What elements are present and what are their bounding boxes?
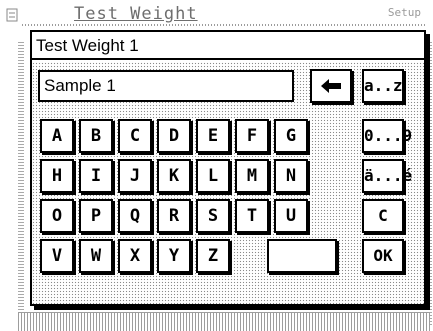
key-b[interactable]: B bbox=[79, 119, 113, 153]
key-f[interactable]: F bbox=[235, 119, 269, 153]
lowercase-button[interactable]: a..z bbox=[362, 69, 404, 103]
clear-button[interactable]: C bbox=[362, 199, 404, 233]
key-i[interactable]: I bbox=[79, 159, 113, 193]
key-a[interactable]: A bbox=[40, 119, 74, 153]
key-o[interactable]: O bbox=[40, 199, 74, 233]
key-r[interactable]: R bbox=[157, 199, 191, 233]
key-z[interactable]: Z bbox=[196, 239, 230, 273]
key-m[interactable]: M bbox=[235, 159, 269, 193]
background-left-edge bbox=[18, 40, 24, 325]
key-h[interactable]: H bbox=[40, 159, 74, 193]
key-v[interactable]: V bbox=[40, 239, 74, 273]
ok-button[interactable]: OK bbox=[362, 239, 404, 273]
key-d[interactable]: D bbox=[157, 119, 191, 153]
key-q[interactable]: Q bbox=[118, 199, 152, 233]
text-input[interactable]: Sample 1 bbox=[38, 70, 294, 102]
dialog-title: Test Weight 1 bbox=[32, 32, 424, 60]
key-g[interactable]: G bbox=[274, 119, 308, 153]
left-arrow-icon bbox=[321, 79, 341, 93]
key-w[interactable]: W bbox=[79, 239, 113, 273]
key-x[interactable]: X bbox=[118, 239, 152, 273]
space-key[interactable] bbox=[267, 239, 337, 273]
key-t[interactable]: T bbox=[235, 199, 269, 233]
key-u[interactable]: U bbox=[274, 199, 308, 233]
backspace-button[interactable] bbox=[310, 69, 352, 103]
screen: Test Weight Setup Test Weight 1 Sample 1… bbox=[0, 0, 433, 331]
background-divider bbox=[22, 24, 427, 26]
key-s[interactable]: S bbox=[196, 199, 230, 233]
background-title: Test Weight bbox=[74, 4, 198, 24]
background-setup-label: Setup bbox=[387, 6, 421, 19]
background-bottom-bar bbox=[18, 312, 430, 331]
keyboard-panel: Sample 1 a..z A B C D E F G 0...9 H I J … bbox=[32, 62, 424, 304]
key-y[interactable]: Y bbox=[157, 239, 191, 273]
key-c[interactable]: C bbox=[118, 119, 152, 153]
key-k[interactable]: K bbox=[157, 159, 191, 193]
numbers-button[interactable]: 0...9 bbox=[362, 119, 412, 153]
key-e[interactable]: E bbox=[196, 119, 230, 153]
key-n[interactable]: N bbox=[274, 159, 308, 193]
background-right-edge bbox=[426, 40, 432, 325]
key-l[interactable]: L bbox=[196, 159, 230, 193]
text-entry-dialog: Test Weight 1 Sample 1 a..z A B C D E F … bbox=[30, 30, 426, 306]
key-p[interactable]: P bbox=[79, 199, 113, 233]
balance-icon bbox=[6, 8, 18, 22]
accents-button[interactable]: ä...é bbox=[362, 159, 412, 193]
key-j[interactable]: J bbox=[118, 159, 152, 193]
background-title-bar: Test Weight Setup bbox=[22, 4, 427, 24]
